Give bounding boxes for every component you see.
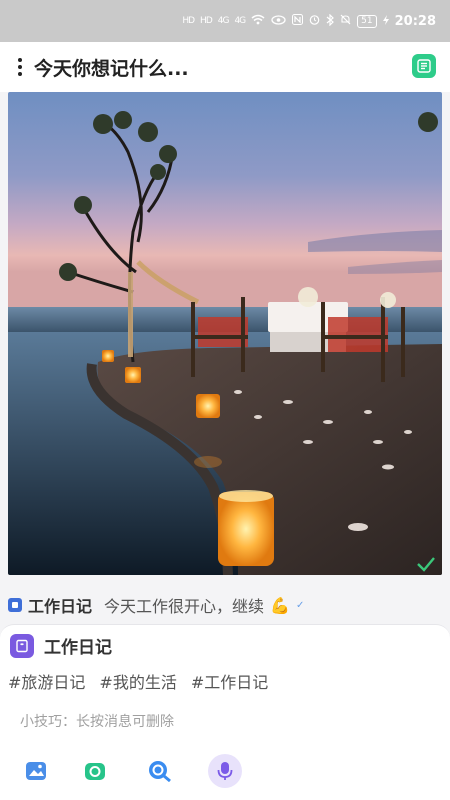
search-button[interactable] — [146, 757, 174, 785]
sent-check-icon: ✓ — [295, 599, 305, 611]
diary-photo[interactable] — [8, 92, 442, 575]
alarm-icon — [309, 14, 320, 28]
eye-icon — [271, 14, 286, 28]
book-icon — [10, 633, 34, 658]
composer-toolbar — [0, 753, 450, 789]
check-icon — [417, 557, 435, 572]
camera-button[interactable] — [81, 757, 109, 785]
insert-image-button[interactable] — [22, 757, 50, 785]
tip-text: 小技巧：长按消息可删除 — [20, 714, 174, 730]
mute-icon — [340, 14, 351, 28]
tag-travel-diary[interactable]: #旅游日记 — [8, 669, 85, 693]
signal-indicator-2: 4G — [234, 16, 246, 26]
notes-list-icon — [417, 59, 431, 73]
network-indicator-1: HD — [182, 16, 195, 26]
nfc-icon — [292, 14, 304, 28]
header: 今天你想记什么... — [0, 42, 450, 92]
voice-input-button[interactable] — [208, 754, 242, 788]
image-icon — [26, 762, 46, 780]
flexed-biceps-emoji: 💪 — [270, 595, 290, 615]
category-selector[interactable]: 工作日记 — [10, 633, 112, 658]
tag-my-life[interactable]: #我的生活 — [99, 669, 176, 693]
entry-text: 今天工作很开心，继续 — [104, 597, 265, 616]
tag-work-diary[interactable]: #工作日记 — [191, 669, 268, 693]
battery-indicator: 51 — [357, 14, 377, 28]
entry-category-label: 工作日记 — [28, 597, 93, 616]
composer-panel: 工作日记 #旅游日记 #我的生活 #工作日记 小技巧：长按消息可删除 — [0, 624, 450, 800]
search-icon — [149, 761, 171, 782]
category-label: 工作日记 — [44, 638, 112, 658]
wifi-icon — [251, 14, 265, 28]
status-time: 20:28 — [394, 13, 436, 29]
camera-icon — [85, 763, 105, 780]
tag-list: #旅游日记 #我的生活 #工作日记 — [8, 669, 268, 693]
bluetooth-icon — [326, 13, 335, 29]
page-title[interactable]: 今天你想记什么... — [34, 54, 189, 81]
notes-list-button[interactable] — [412, 54, 436, 78]
signal-indicator-1: 4G — [217, 16, 230, 26]
charging-icon — [382, 14, 389, 28]
entry-preview[interactable]: 工作日记 今天工作很开心，继续 💪 ✓ — [8, 590, 442, 620]
diary-category-icon — [8, 598, 22, 612]
status-bar: HD HD 4G 4G 51 20:28 — [0, 0, 450, 42]
microphone-icon — [217, 762, 233, 780]
network-indicator-2: HD — [200, 16, 213, 26]
more-menu-icon[interactable] — [9, 52, 31, 82]
